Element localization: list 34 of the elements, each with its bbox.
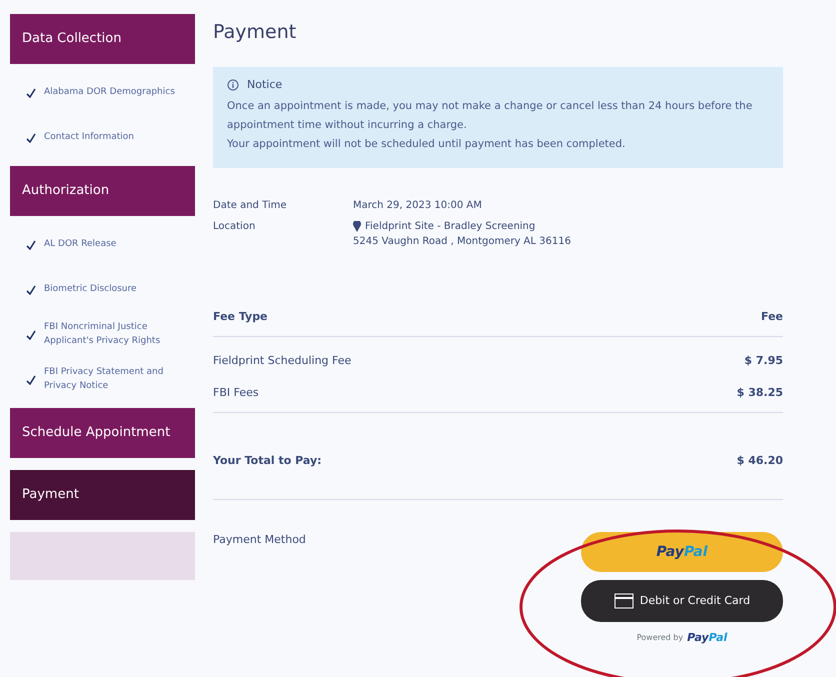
fee-name: FBI Fees bbox=[213, 385, 259, 401]
sidebar-section[interactable]: Data Collection bbox=[10, 14, 195, 64]
payment-method-label: Payment Method bbox=[213, 532, 306, 548]
notice-text: Your appointment will not be scheduled until payment has been completed. bbox=[227, 137, 626, 152]
sidebar-section[interactable]: Authorization bbox=[10, 166, 195, 216]
paypal-button[interactable]: PayPal bbox=[581, 532, 783, 572]
card-button[interactable]: Debit or Credit Card bbox=[581, 580, 783, 622]
detail-value: March 29, 2023 10:00 AM bbox=[353, 199, 482, 213]
info-icon bbox=[227, 78, 239, 91]
total-label: Your Total to Pay: bbox=[213, 452, 322, 468]
sidebar-item[interactable]: Biometric Disclosure bbox=[10, 267, 195, 312]
notice-text: Once an appointment is made, you may not make a change or cancel less than 24 hours before the appointment time without incurring a charge. bbox=[227, 99, 754, 133]
sidebar-section[interactable] bbox=[10, 532, 195, 580]
sidebar-item[interactable]: AL DOR Release bbox=[10, 222, 195, 267]
sidebar-item[interactable]: Alabama DOR Demographics bbox=[10, 70, 195, 115]
detail-value: Fieldprint Site - Bradley Screening bbox=[365, 220, 536, 234]
sidebar-item[interactable]: FBI Privacy Statement and Privacy Notice bbox=[10, 357, 195, 402]
fee-name: Fieldprint Scheduling Fee bbox=[213, 352, 352, 368]
detail-label: Date and Time bbox=[213, 199, 288, 213]
detail-value: 5245 Vaughn Road , Montgomery AL 36116 bbox=[353, 235, 571, 249]
page-title: Payment bbox=[213, 20, 298, 45]
sidebar-section[interactable]: Payment bbox=[10, 470, 195, 520]
column-header: Fee bbox=[761, 309, 783, 325]
card-icon bbox=[614, 593, 634, 609]
powered-by-text: Powered by PayPal bbox=[636, 630, 728, 646]
notice-title: Notice bbox=[247, 76, 282, 92]
sidebar-item[interactable]: FBI Noncriminal Justice Applicant's Privacy Rights bbox=[10, 312, 195, 357]
sidebar-section[interactable]: Schedule Appointment bbox=[10, 408, 195, 458]
sidebar-item[interactable]: Contact Information bbox=[10, 115, 195, 160]
detail-label: Location bbox=[213, 220, 256, 234]
fee-amount: $ 7.95 bbox=[744, 352, 783, 368]
total-amount: $ 46.20 bbox=[736, 452, 783, 468]
fee-amount: $ 38.25 bbox=[736, 385, 783, 401]
column-header: Fee Type bbox=[213, 309, 268, 325]
